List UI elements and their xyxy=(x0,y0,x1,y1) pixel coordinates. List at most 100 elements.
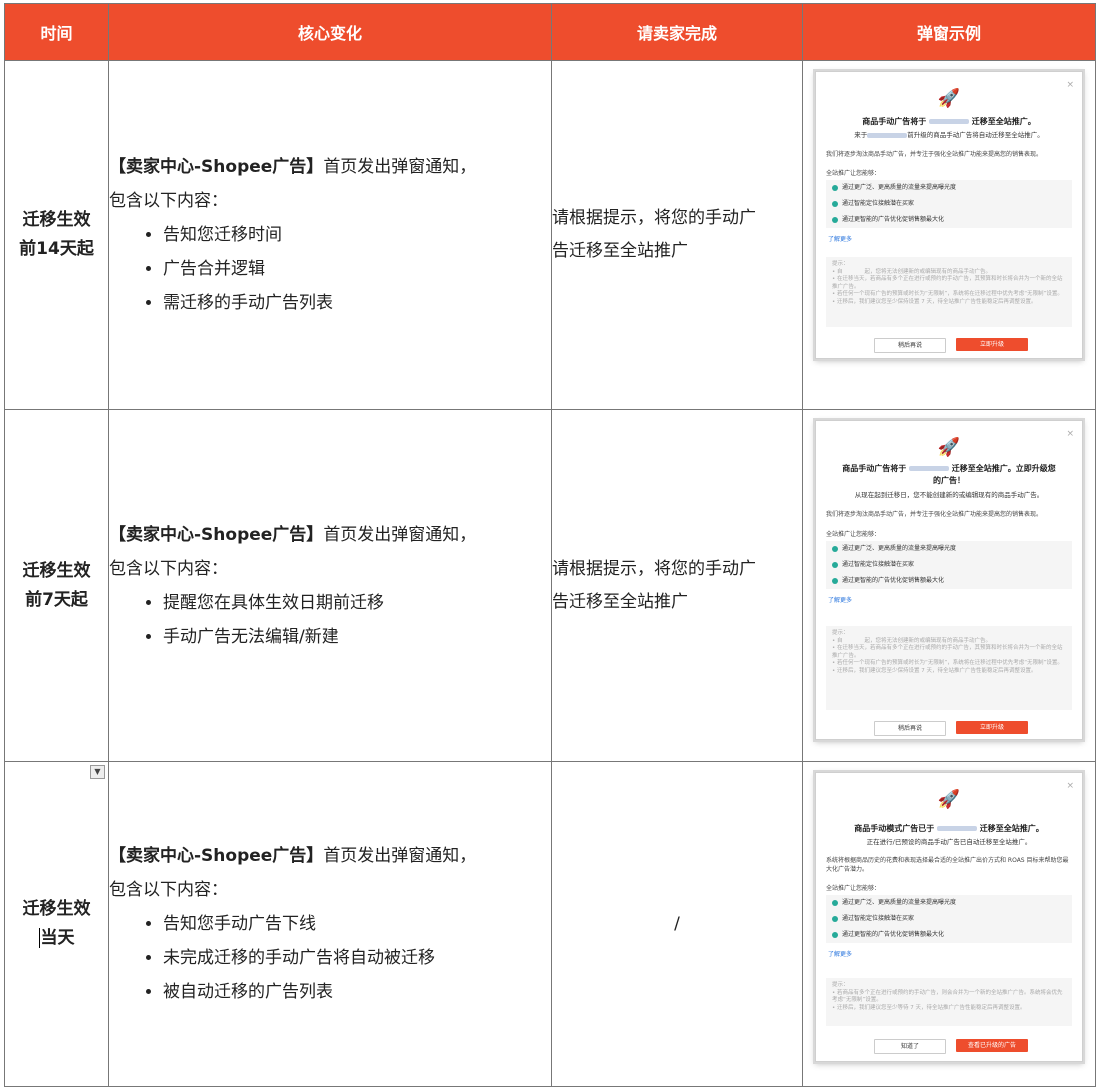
got-it-button[interactable]: 知道了 xyxy=(874,1039,946,1054)
popup-subtitle: 正在进行/已预设的商品手动广告已自动迁移至全站推广。 xyxy=(866,838,1032,846)
feature-item: 通过更广泛、更高质量的流量来提高曝光度 xyxy=(826,180,1072,196)
list-item: 手动广告无法编辑/新建 xyxy=(163,620,551,654)
chevron-down-icon[interactable]: ▼ xyxy=(90,765,105,779)
todo-line-2: 告迁移至全站推广 xyxy=(552,591,688,612)
popup-description: 我们将逐步淘汰商品手动广告，并专注于强化全站推广功能来提高您的销售表现。 xyxy=(826,151,1043,158)
header-row: 时间 核心变化 请卖家完成 弹窗示例 xyxy=(4,3,1096,61)
list-item: 被自动迁移的广告列表 xyxy=(163,975,551,1009)
list-item: 告知您手动广告下线 xyxy=(163,907,551,941)
upgrade-now-button[interactable]: 立即升级 xyxy=(956,721,1028,734)
popup-example-cell: × 🚀 商品手动广告将于 迁移至全站推广。立即升级您 的广告！ 从现在起到迁移日… xyxy=(802,409,1096,762)
popup-tips: 提示： • 若商品有多个正在进行或预约的手动广告，则会合并为一个新的全站推广广告… xyxy=(826,978,1072,1026)
check-icon xyxy=(832,545,838,552)
table-row: ▼ 迁移生效 当天 【卖家中心-Shopee广告】首页发出弹窗通知， 包含以下内… xyxy=(4,761,1096,1087)
time-cell: 迁移生效 前7天起 xyxy=(4,409,109,762)
popup-screenshot: × 🚀 商品手动广告将于 迁移至全站推广。 来于 前升级的商品手动广告将自动迁移至… xyxy=(815,71,1083,359)
migration-table: 时间 核心变化 请卖家完成 弹窗示例 迁移生效 前14天起 【卖家中心-Shop… xyxy=(4,3,1096,1087)
view-upgraded-ads-button[interactable]: 查看已升级的广告 xyxy=(956,1039,1028,1052)
learn-more-link[interactable]: 了解更多 xyxy=(828,949,852,958)
check-icon xyxy=(832,561,838,568)
time-line-1: 迁移生效 xyxy=(22,560,91,581)
popup-description: 我们将逐步淘汰商品手动广告，并专注于强化全站推广功能来提高您的销售表现。 xyxy=(826,511,1043,518)
check-icon xyxy=(832,216,838,223)
popup-title: 商品手动广告将于 迁移至全站推广。立即升级您 xyxy=(842,464,1056,473)
check-icon xyxy=(832,931,838,938)
feature-item: 通过更智能的广告优化促销售额最大化 xyxy=(826,212,1072,228)
check-icon xyxy=(832,899,838,906)
list-item: 告知您迁移时间 xyxy=(163,218,551,252)
learn-more-link[interactable]: 了解更多 xyxy=(828,595,852,604)
seller-action-cell: / xyxy=(551,761,803,1087)
seller-action-cell: 请根据提示，将您的手动广 告迁移至全站推广 xyxy=(551,60,803,410)
header-core-change: 核心变化 xyxy=(108,3,552,61)
check-icon xyxy=(832,200,838,207)
feature-item: 通过更智能的广告优化促销售额最大化 xyxy=(826,927,1072,943)
later-button[interactable]: 稍后再说 xyxy=(874,338,946,353)
table-row: 迁移生效 前14天起 【卖家中心-Shopee广告】首页发出弹窗通知， 包含以下… xyxy=(4,60,1096,410)
list-item: 提醒您在具体生效日期前迁移 xyxy=(163,586,551,620)
text-cursor xyxy=(38,928,40,948)
popup-title: 商品手动模式广告已于 迁移至全站推广。 xyxy=(854,824,1044,833)
popup-example-cell: × 🚀 商品手动模式广告已于 迁移至全站推广。 正在进行/已预设的商品手动广告已… xyxy=(802,761,1096,1087)
core-line-2: 包含以下内容： xyxy=(109,880,228,900)
popup-description: 系统将根据商品历史的花费和表现选择最合适的全站推广出价方式和 ROAS 目标来帮… xyxy=(826,857,1069,873)
rocket-icon: 🚀 xyxy=(937,88,961,109)
core-change-cell: 【卖家中心-Shopee广告】首页发出弹窗通知， 包含以下内容： 告知您迁移时间… xyxy=(108,60,552,410)
core-change-cell: 【卖家中心-Shopee广告】首页发出弹窗通知， 包含以下内容： 提醒您在具体生… xyxy=(108,409,552,762)
todo-line-2: 告迁移至全站推广 xyxy=(552,241,688,261)
time-cell: ▼ 迁移生效 当天 xyxy=(4,761,109,1087)
later-button[interactable]: 稍后再说 xyxy=(874,721,946,736)
feature-item: 通过智能定位接触潜在买家 xyxy=(826,911,1072,927)
popup-feature-box: 通过更广泛、更高质量的流量来提高曝光度 通过智能定位接触潜在买家 通过更智能的广… xyxy=(826,895,1072,943)
header-seller-action: 请卖家完成 xyxy=(551,3,803,61)
time-line-1: 迁移生效 xyxy=(22,210,91,230)
feature-item: 通过智能定位接触潜在买家 xyxy=(826,557,1072,573)
header-popup-example: 弹窗示例 xyxy=(802,3,1096,61)
core-rest: 首页发出弹窗通知， xyxy=(323,846,477,866)
core-bullets: 告知您迁移时间 广告合并逻辑 需迁移的手动广告列表 xyxy=(109,218,551,320)
popup-feature-label: 全站推广让您能够： xyxy=(826,885,881,892)
todo-line-1: / xyxy=(674,913,680,934)
popup-feature-box: 通过更广泛、更高质量的流量来提高曝光度 通过智能定位接触潜在买家 通过更智能的广… xyxy=(826,180,1072,228)
core-lead: 【卖家中心-Shopee广告】 xyxy=(109,846,324,866)
core-change-cell: 【卖家中心-Shopee广告】首页发出弹窗通知， 包含以下内容： 告知您手动广告… xyxy=(108,761,552,1087)
upgrade-now-button[interactable]: 立即升级 xyxy=(956,338,1028,351)
core-bullets: 提醒您在具体生效日期前迁移 手动广告无法编辑/新建 xyxy=(109,586,551,654)
list-item: 未完成迁移的手动广告将自动被迁移 xyxy=(163,941,551,975)
popup-feature-label: 全站推广让您能够： xyxy=(826,170,881,177)
popup-feature-label: 全站推广让您能够： xyxy=(826,531,881,538)
time-line-2: 当天 xyxy=(40,928,75,948)
core-rest: 首页发出弹窗通知， xyxy=(323,157,477,177)
learn-more-link[interactable]: 了解更多 xyxy=(828,234,852,243)
feature-item: 通过更广泛、更高质量的流量来提高曝光度 xyxy=(826,895,1072,911)
popup-tips: 提示： • 自 起，您将无法创建新的或编辑现有的商品手动广告。 • 在迁移当天，… xyxy=(826,626,1072,710)
popup-tips: 提示： • 自 起，您将无法创建新的或编辑现有的商品手动广告。 • 在迁移当天，… xyxy=(826,257,1072,327)
core-lead: 【卖家中心-Shopee广告】 xyxy=(109,157,324,177)
list-item: 广告合并逻辑 xyxy=(163,252,551,286)
feature-item: 通过更智能的广告优化促销售额最大化 xyxy=(826,573,1072,589)
time-cell: 迁移生效 前14天起 xyxy=(4,60,109,410)
time-line-2: 前7天起 xyxy=(25,589,88,610)
popup-title: 商品手动广告将于 迁移至全站推广。 xyxy=(862,117,1036,126)
popup-feature-box: 通过更广泛、更高质量的流量来提高曝光度 通过智能定位接触潜在买家 通过更智能的广… xyxy=(826,541,1072,589)
popup-screenshot: × 🚀 商品手动广告将于 迁移至全站推广。立即升级您 的广告！ 从现在起到迁移日… xyxy=(815,420,1083,740)
close-icon: × xyxy=(1066,429,1074,439)
todo-line-1: 请根据提示，将您的手动广 xyxy=(552,208,756,228)
check-icon xyxy=(832,184,838,191)
rocket-icon: 🚀 xyxy=(937,789,961,810)
popup-screenshot: × 🚀 商品手动模式广告已于 迁移至全站推广。 正在进行/已预设的商品手动广告已… xyxy=(815,772,1083,1062)
core-line-2: 包含以下内容： xyxy=(109,191,228,211)
popup-title-cont: 的广告！ xyxy=(933,476,965,485)
list-item: 需迁移的手动广告列表 xyxy=(163,286,551,320)
check-icon xyxy=(832,577,838,584)
core-lead: 【卖家中心-Shopee广告】 xyxy=(109,524,324,545)
core-bullets: 告知您手动广告下线 未完成迁移的手动广告将自动被迁移 被自动迁移的广告列表 xyxy=(109,907,551,1009)
popup-example-cell: × 🚀 商品手动广告将于 迁移至全站推广。 来于 前升级的商品手动广告将自动迁移至… xyxy=(802,60,1096,410)
header-time: 时间 xyxy=(4,3,109,61)
table-row: 迁移生效 前7天起 【卖家中心-Shopee广告】首页发出弹窗通知， 包含以下内… xyxy=(4,409,1096,762)
time-line-2: 前14天起 xyxy=(19,239,94,259)
time-line-1: 迁移生效 xyxy=(22,899,91,919)
close-icon: × xyxy=(1066,80,1074,90)
seller-action-cell: 请根据提示，将您的手动广 告迁移至全站推广 xyxy=(551,409,803,762)
popup-subtitle: 来于 前升级的商品手动广告将自动迁移至全站推广。 xyxy=(854,131,1044,139)
